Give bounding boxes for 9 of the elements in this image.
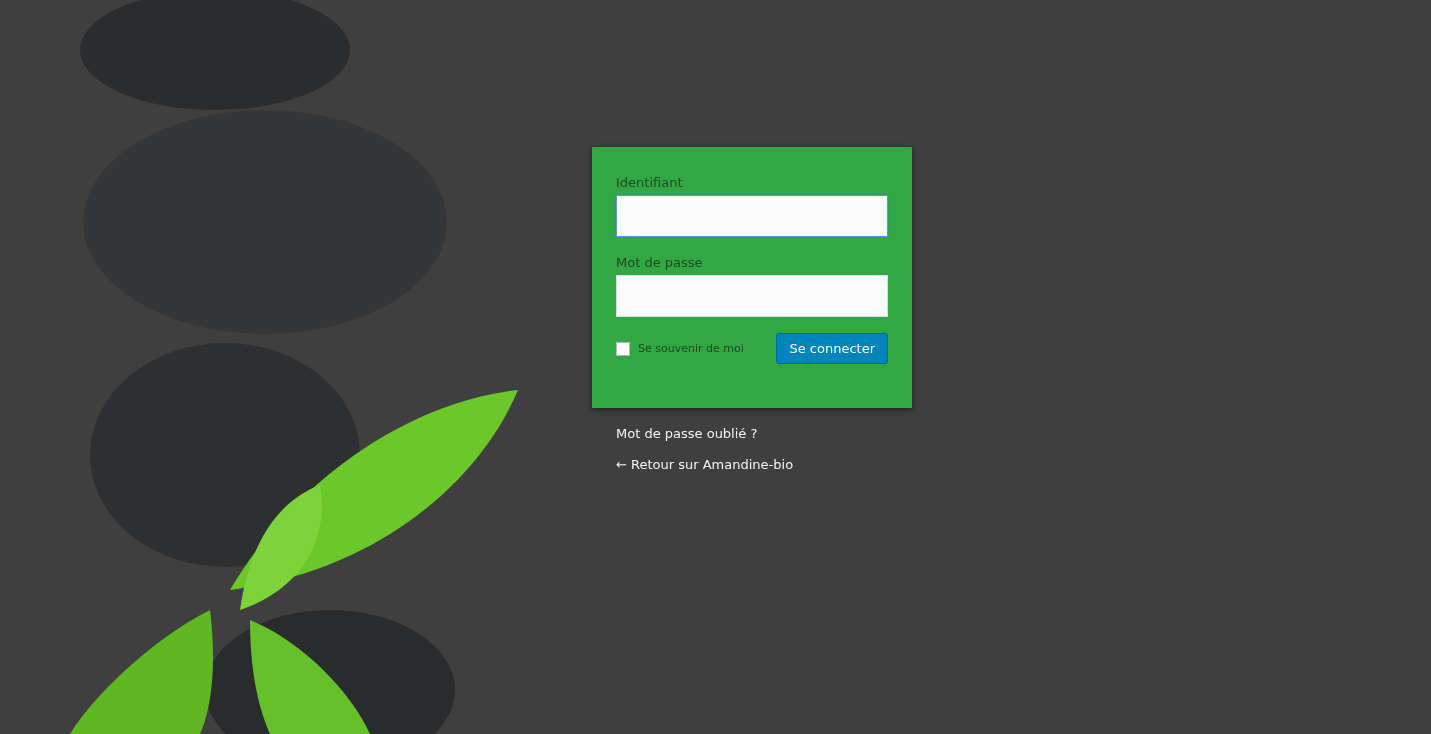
- password-label: Mot de passe: [616, 255, 704, 270]
- nav-link[interactable]: Mot de passe oublié ?: [616, 426, 758, 441]
- username-input[interactable]: [616, 195, 888, 237]
- password-input[interactable]: [616, 275, 888, 317]
- remember-label: Se souvenir de moi: [638, 342, 745, 355]
- username-label: Identifiant: [616, 175, 684, 190]
- login-button[interactable]: Se connecter: [776, 333, 888, 364]
- remember-checkbox[interactable]: [616, 341, 630, 356]
- nav-link[interactable]: ← Retour sur Amandine-bio: [616, 457, 794, 472]
